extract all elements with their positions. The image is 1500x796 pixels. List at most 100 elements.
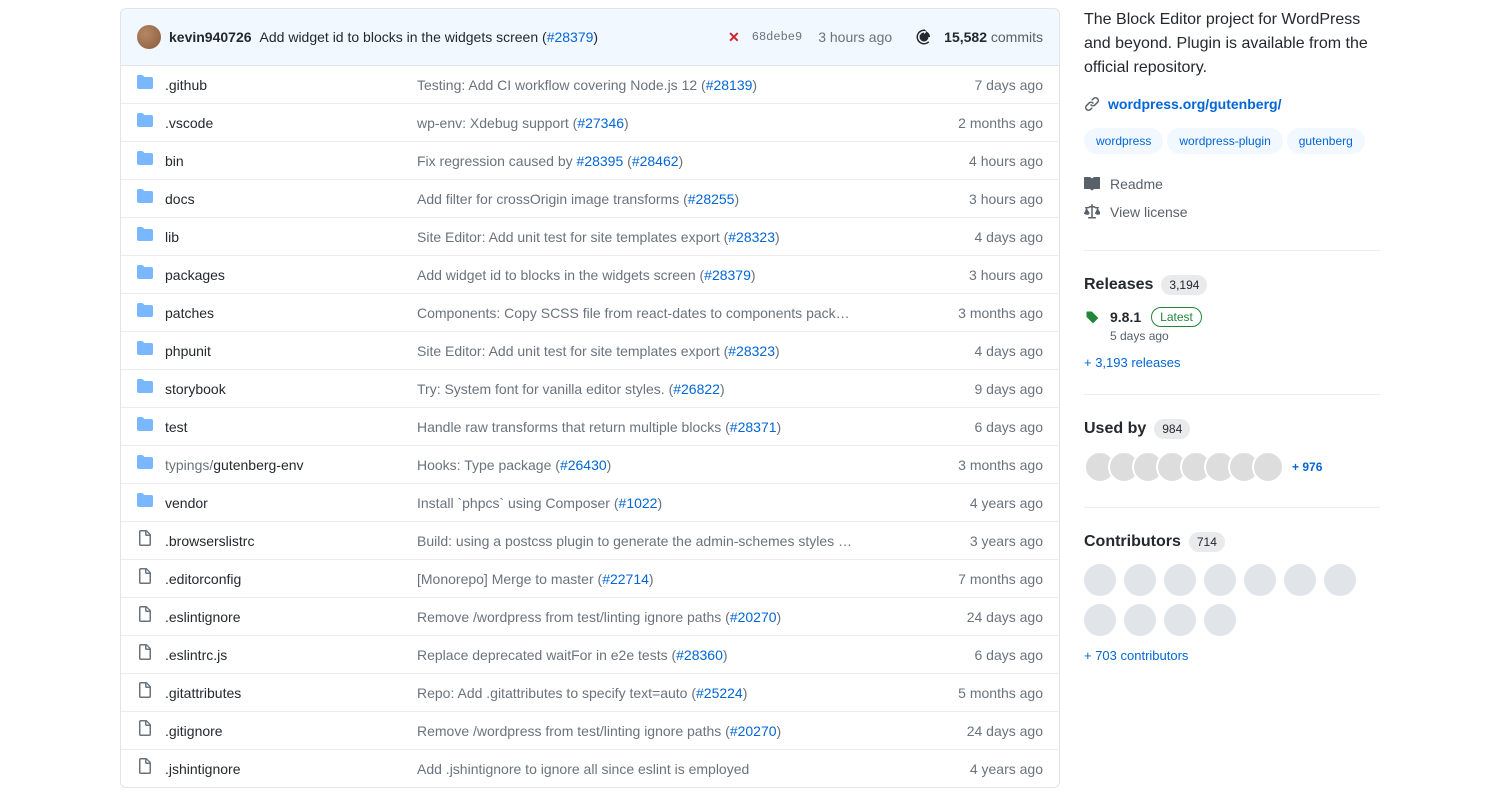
- file-item[interactable]: .editorconfig: [137, 568, 417, 589]
- file-name[interactable]: .vscode: [165, 113, 213, 133]
- folder-item[interactable]: docs: [137, 188, 417, 209]
- contributor-avatar[interactable]: [1164, 564, 1196, 596]
- contributor-avatar[interactable]: [1124, 604, 1156, 636]
- commit-message-cell[interactable]: Add filter for crossOrigin image transfo…: [417, 189, 903, 209]
- history-icon[interactable]: [916, 29, 932, 45]
- file-row[interactable]: .gitattributes Repo: Add .gitattributes t…: [121, 673, 1059, 711]
- contributors-heading[interactable]: Contributors 714: [1084, 532, 1380, 552]
- readme-link[interactable]: Readme: [1084, 170, 1380, 198]
- issue-link[interactable]: #28360: [676, 647, 723, 663]
- file-name[interactable]: patches: [165, 303, 214, 323]
- file-name[interactable]: vendor: [165, 493, 208, 513]
- topic-tag[interactable]: gutenberg: [1287, 128, 1365, 154]
- file-row[interactable]: .browserslistrc Build: using a postcss pl…: [121, 521, 1059, 559]
- latest-release[interactable]: 9.8.1 Latest: [1084, 307, 1380, 327]
- usedby-avatar[interactable]: [1252, 451, 1284, 483]
- file-item[interactable]: .eslintrc.js: [137, 644, 417, 665]
- folder-item[interactable]: patches: [137, 302, 417, 323]
- commits-link[interactable]: 15,582 commits: [944, 29, 1043, 45]
- contributor-avatar[interactable]: [1324, 564, 1356, 596]
- file-name[interactable]: .browserslistrc: [165, 531, 254, 551]
- folder-item[interactable]: typings/gutenberg-env: [137, 454, 417, 475]
- file-row[interactable]: .vscodewp-env: Xdebug support (#27346)2 …: [121, 103, 1059, 141]
- issue-link[interactable]: #20270: [730, 609, 777, 625]
- issue-link[interactable]: #28395: [577, 153, 624, 169]
- commit-message-cell[interactable]: Fix regression caused by #28395 (#28462): [417, 151, 903, 171]
- folder-item[interactable]: .github: [137, 74, 417, 95]
- commit-author[interactable]: kevin940726: [169, 29, 252, 45]
- commit-message-cell[interactable]: Remove /wordpress from test/linting igno…: [417, 721, 903, 741]
- contributor-avatar[interactable]: [1164, 604, 1196, 636]
- issue-link[interactable]: #27346: [577, 115, 624, 131]
- folder-item[interactable]: .vscode: [137, 112, 417, 133]
- homepage-link[interactable]: wordpress.org/gutenberg/: [1108, 96, 1281, 112]
- file-row[interactable]: docs Add filter for crossOrigin image tra…: [121, 179, 1059, 217]
- file-name[interactable]: lib: [165, 227, 179, 247]
- contributor-avatar[interactable]: [1084, 564, 1116, 596]
- file-name[interactable]: test: [165, 417, 188, 437]
- file-name[interactable]: .gitignore: [165, 721, 223, 741]
- commit-message-cell[interactable]: Remove /wordpress from test/linting igno…: [417, 607, 903, 627]
- file-row[interactable]: .githubTesting: Add CI workflow covering…: [121, 66, 1059, 103]
- contributor-avatar[interactable]: [1284, 564, 1316, 596]
- file-name[interactable]: packages: [165, 265, 225, 285]
- commit-message-cell[interactable]: Try: System font for vanilla editor styl…: [417, 379, 903, 399]
- commit-message-cell[interactable]: Build: using a postcss plugin to generat…: [417, 531, 903, 551]
- commit-message[interactable]: Add widget id to blocks in the widgets s…: [260, 29, 599, 45]
- usedby-avatars[interactable]: + 976: [1084, 451, 1380, 483]
- issue-link[interactable]: #28323: [728, 343, 775, 359]
- folder-item[interactable]: storybook: [137, 378, 417, 399]
- commit-message-cell[interactable]: [Monorepo] Merge to master (#22714): [417, 569, 903, 589]
- folder-item[interactable]: test: [137, 416, 417, 437]
- folder-item[interactable]: packages: [137, 264, 417, 285]
- contributor-avatar[interactable]: [1244, 564, 1276, 596]
- file-item[interactable]: .gitattributes: [137, 682, 417, 703]
- issue-link[interactable]: #28462: [632, 153, 679, 169]
- file-row[interactable]: phpunit Site Editor: Add unit test for si…: [121, 331, 1059, 369]
- file-name[interactable]: .eslintignore: [165, 607, 241, 627]
- contributor-avatar[interactable]: [1084, 604, 1116, 636]
- file-row[interactable]: .jshintignoreAdd .jshintignore to ignore…: [121, 749, 1059, 787]
- file-name[interactable]: typings/gutenberg-env: [165, 455, 304, 475]
- issue-link[interactable]: #25224: [696, 685, 743, 701]
- commit-issue-link[interactable]: #28379: [547, 29, 594, 45]
- license-link[interactable]: View license: [1084, 198, 1380, 226]
- issue-link[interactable]: #26430: [560, 457, 607, 473]
- file-name[interactable]: .github: [165, 75, 207, 95]
- file-row[interactable]: patches Components: Copy SCSS file from r…: [121, 293, 1059, 331]
- commit-message-cell[interactable]: Site Editor: Add unit test for site temp…: [417, 227, 903, 247]
- file-name[interactable]: .editorconfig: [165, 569, 241, 589]
- file-name[interactable]: storybook: [165, 379, 226, 399]
- contributor-avatar[interactable]: [1204, 564, 1236, 596]
- folder-item[interactable]: bin: [137, 150, 417, 171]
- issue-link[interactable]: #28139: [706, 77, 753, 93]
- commit-message-cell[interactable]: Site Editor: Add unit test for site temp…: [417, 341, 903, 361]
- commit-message-cell[interactable]: Add .jshintignore to ignore all since es…: [417, 759, 903, 779]
- file-row[interactable]: testHandle raw transforms that return mu…: [121, 407, 1059, 445]
- issue-link[interactable]: #20270: [730, 723, 777, 739]
- file-name[interactable]: phpunit: [165, 341, 211, 361]
- file-item[interactable]: .jshintignore: [137, 758, 417, 779]
- issue-link[interactable]: #28371: [730, 419, 777, 435]
- ci-status-icon[interactable]: ✕: [728, 29, 744, 46]
- contributor-avatar[interactable]: [1124, 564, 1156, 596]
- commit-message-cell[interactable]: Hooks: Type package (#26430): [417, 455, 903, 475]
- commit-message-cell[interactable]: Repo: Add .gitattributes to specify text…: [417, 683, 903, 703]
- commit-message-cell[interactable]: Components: Copy SCSS file from react-da…: [417, 303, 903, 323]
- commit-message-cell[interactable]: Replace deprecated waitFor in e2e tests …: [417, 645, 903, 665]
- file-row[interactable]: typings/gutenberg-env Hooks: Type package…: [121, 445, 1059, 483]
- usedby-more-link[interactable]: + 976: [1292, 460, 1322, 474]
- file-row[interactable]: vendorInstall `phpcs` using Composer (#1…: [121, 483, 1059, 521]
- file-item[interactable]: .browserslistrc: [137, 530, 417, 551]
- topic-tag[interactable]: wordpress-plugin: [1167, 128, 1282, 154]
- folder-item[interactable]: vendor: [137, 492, 417, 513]
- file-row[interactable]: .eslintignore Remove /wordpress from test…: [121, 597, 1059, 635]
- releases-heading[interactable]: Releases 3,194: [1084, 275, 1380, 295]
- file-name[interactable]: docs: [165, 189, 195, 209]
- file-item[interactable]: .gitignore: [137, 720, 417, 741]
- file-row[interactable]: .editorconfig [Monorepo] Merge to master …: [121, 559, 1059, 597]
- contributors-more-link[interactable]: + 703 contributors: [1084, 648, 1380, 663]
- commit-message-cell[interactable]: wp-env: Xdebug support (#27346): [417, 113, 903, 133]
- file-name[interactable]: .gitattributes: [165, 683, 241, 703]
- usedby-heading[interactable]: Used by 984: [1084, 419, 1380, 439]
